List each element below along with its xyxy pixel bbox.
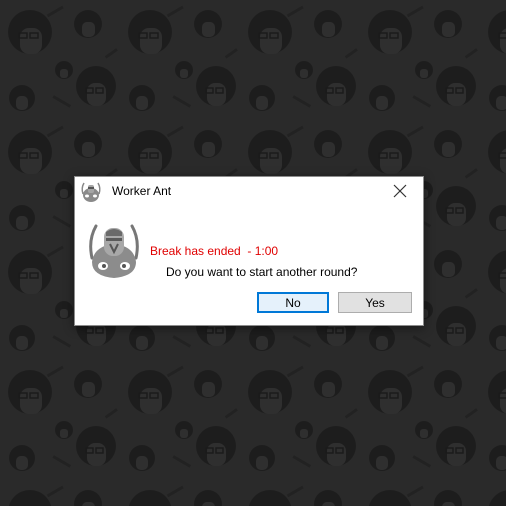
dialog-title: Worker Ant bbox=[112, 184, 172, 198]
dialog-content: Break has ended - 1:00 Do you want to st… bbox=[75, 207, 423, 295]
worker-ant-face-icon bbox=[84, 222, 144, 282]
yes-button[interactable]: Yes bbox=[338, 292, 412, 313]
worker-ant-icon bbox=[79, 180, 103, 204]
status-message: Break has ended - 1:00 bbox=[150, 244, 279, 258]
question-text: Do you want to start another round? bbox=[166, 265, 358, 279]
message-dialog: Worker Ant Break has ended - 1:00 Do you… bbox=[74, 176, 424, 326]
no-button[interactable]: No bbox=[257, 292, 329, 313]
close-button[interactable] bbox=[377, 177, 423, 205]
close-icon bbox=[393, 184, 407, 198]
dialog-title-bar[interactable]: Worker Ant bbox=[75, 177, 423, 207]
